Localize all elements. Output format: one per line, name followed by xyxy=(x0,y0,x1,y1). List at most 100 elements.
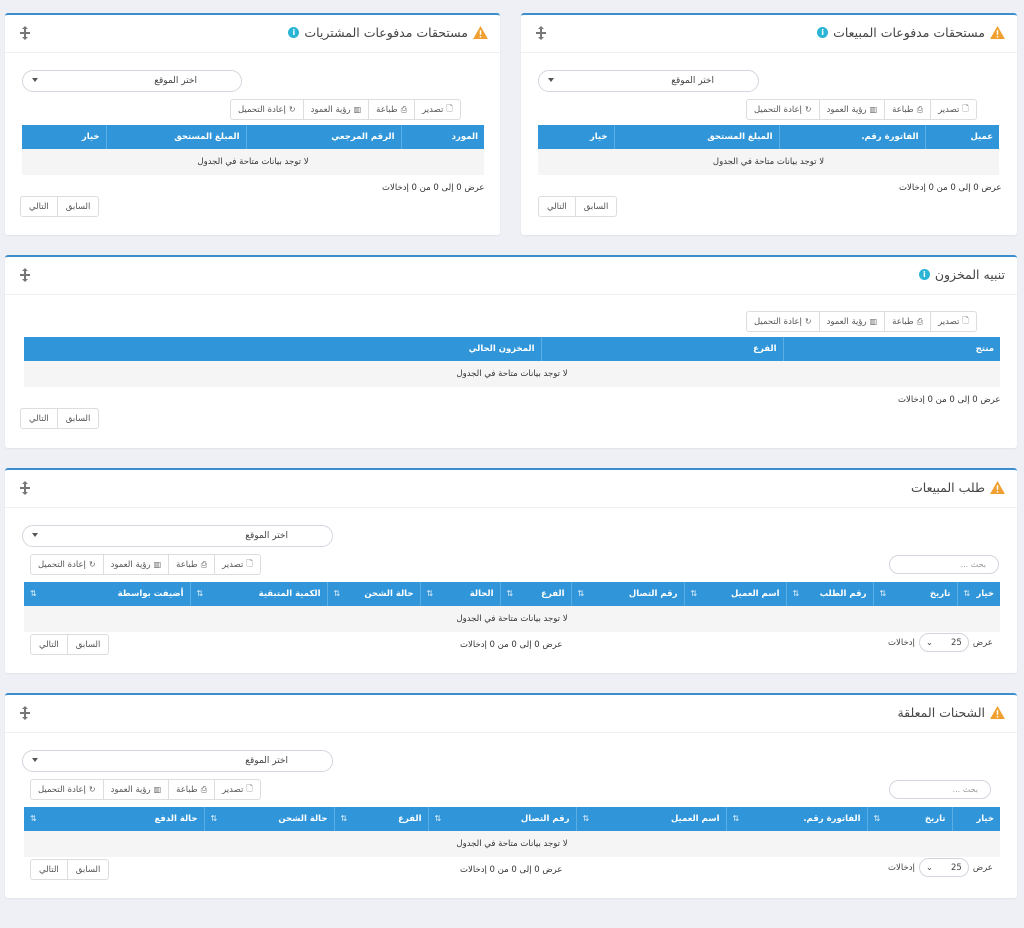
column-header[interactable]: حالة الشحن ⇅ xyxy=(326,582,420,606)
column-header[interactable]: خيار xyxy=(951,807,1000,831)
table-buttons: 🗋 تصدير ⎙ طباعة ▥ رؤية العمود ↻ إعادة التحمي… xyxy=(230,99,461,120)
column-header[interactable]: حالة الدفع ⇅ xyxy=(24,807,204,831)
move-handle-icon[interactable] xyxy=(535,26,547,40)
export-button[interactable]: 🗋 تصدير xyxy=(414,100,460,119)
column-visibility-button[interactable]: ▥ رؤية العمود xyxy=(102,555,169,574)
columns-icon: ▥ xyxy=(869,317,878,326)
column-header[interactable]: المخزون الحالي xyxy=(24,337,541,361)
previous-button[interactable]: السابق xyxy=(66,635,109,654)
sort-icon: ⇅ xyxy=(732,814,740,823)
print-button[interactable]: ⎙ طباعة xyxy=(168,555,214,574)
sort-icon: ⇅ xyxy=(30,589,37,598)
info-icon[interactable]: i xyxy=(918,269,930,280)
next-button[interactable]: التالي xyxy=(539,197,575,216)
export-button[interactable]: 🗋 تصدير xyxy=(214,555,260,574)
search-input[interactable]: بحث ... xyxy=(889,555,999,574)
page-length-select[interactable]: 25 ⌄ xyxy=(918,858,969,877)
sort-icon: ⇅ xyxy=(30,814,37,823)
move-handle-icon[interactable] xyxy=(19,26,31,40)
reload-button[interactable]: ↻ إعادة التحميل xyxy=(747,100,819,119)
reload-button[interactable]: ↻ إعادة التحميل xyxy=(31,780,103,799)
column-header[interactable]: اسم العميل ⇅ xyxy=(575,807,726,831)
info-icon[interactable]: i xyxy=(288,27,300,38)
refresh-icon: ↻ xyxy=(88,560,96,569)
next-button[interactable]: التالي xyxy=(31,860,67,879)
move-handle-icon[interactable] xyxy=(19,706,31,720)
column-header[interactable]: تاريخ ⇅ xyxy=(872,582,957,606)
print-icon: ⎙ xyxy=(916,104,924,114)
location-select[interactable]: اختر الموقع xyxy=(22,750,333,772)
export-button[interactable]: 🗋 تصدير xyxy=(930,312,976,331)
column-header[interactable]: خيار xyxy=(538,125,614,149)
table-buttons: 🗋 تصدير ⎙ طباعة ▥ رؤية العمود ↻ إعادة التحمي… xyxy=(746,311,977,332)
reload-button[interactable]: ↻ إعادة التحميل xyxy=(31,555,103,574)
column-header[interactable]: رقم الطلب ⇅ xyxy=(785,582,873,606)
print-button[interactable]: ⎙ طباعة xyxy=(884,100,930,119)
empty-row: لا توجد بيانات متاحة في الجدول xyxy=(24,361,1000,387)
reload-button[interactable]: ↻ إعادة التحميل xyxy=(747,312,819,331)
previous-button[interactable]: السابق xyxy=(66,860,109,879)
page-length: عرض 25 ⌄ إدخالات xyxy=(888,633,993,652)
print-button[interactable]: ⎙ طباعة xyxy=(168,780,214,799)
sales-dues-panel: مستحقات مدفوعات المبيعات i اختر الموقع 🗋… xyxy=(521,13,1017,235)
column-header[interactable]: حالة الشحن ⇅ xyxy=(203,807,334,831)
column-header[interactable]: الفرع xyxy=(540,337,783,361)
search-input[interactable]: بحث ... xyxy=(889,780,991,799)
panel-header: تنبيه المخزون i xyxy=(5,257,1017,295)
column-header[interactable]: خيار ⇅ xyxy=(956,582,1000,606)
previous-button[interactable]: السابق xyxy=(56,409,99,428)
column-header[interactable]: الفاتورة رقم. xyxy=(778,125,925,149)
next-button[interactable]: التالي xyxy=(21,197,57,216)
previous-button[interactable]: السابق xyxy=(574,197,617,216)
page-length-select[interactable]: 25 ⌄ xyxy=(918,633,969,652)
table-info: عرض 0 إلى 0 من 0 إدخالات xyxy=(898,395,1001,405)
column-header[interactable]: أضيفت بواسطة ⇅ xyxy=(24,582,190,606)
export-button[interactable]: 🗋 تصدير xyxy=(930,100,976,119)
column-header[interactable]: الفرع ⇅ xyxy=(499,582,571,606)
stock-alert-panel: تنبيه المخزون i 🗋 تصدير ⎙ طباعة ▥ رؤية العم… xyxy=(5,255,1017,448)
table-info: عرض 0 إلى 0 من 0 إدخالات xyxy=(899,183,1002,193)
panel-title: مستحقات مدفوعات المشتريات i xyxy=(288,25,488,40)
column-visibility-button[interactable]: ▥ رؤية العمود xyxy=(818,312,885,331)
column-header[interactable]: خيار xyxy=(22,125,106,149)
column-header[interactable]: الكمية المتبقية ⇅ xyxy=(189,582,327,606)
column-header[interactable]: منتج xyxy=(782,337,1000,361)
column-header[interactable]: الرقم المرجعي xyxy=(245,125,401,149)
panel-title: تنبيه المخزون i xyxy=(918,267,1005,282)
column-header[interactable]: اسم العميل ⇅ xyxy=(683,582,786,606)
column-header[interactable]: عميل xyxy=(924,125,999,149)
next-button[interactable]: التالي xyxy=(21,409,57,428)
pending-shipments-panel: الشحنات المعلقة اختر الموقع بحث ... 🗋 تصد… xyxy=(5,693,1017,898)
column-header[interactable]: الفاتورة رقم. ⇅ xyxy=(725,807,867,831)
reload-button[interactable]: ↻ إعادة التحميل xyxy=(231,100,303,119)
sort-icon: ⇅ xyxy=(340,814,348,823)
info-icon[interactable]: i xyxy=(817,27,829,38)
column-header[interactable]: المورد xyxy=(400,125,484,149)
pending-shipments-table: خيار تاريخ ⇅ الفاتورة رقم. ⇅ اسم العميل ⇅ ر… xyxy=(24,807,1000,857)
previous-button[interactable]: السابق xyxy=(56,197,99,216)
column-header[interactable]: تاريخ ⇅ xyxy=(866,807,952,831)
next-button[interactable]: التالي xyxy=(31,635,67,654)
refresh-icon: ↻ xyxy=(288,105,296,114)
column-header[interactable]: المبلغ المستحق xyxy=(105,125,246,149)
print-button[interactable]: ⎙ طباعة xyxy=(884,312,930,331)
column-header[interactable]: رقم التصال ⇅ xyxy=(427,807,576,831)
column-header[interactable]: الحالة ⇅ xyxy=(419,582,500,606)
location-select[interactable]: اختر الموقع xyxy=(22,70,242,92)
sales-order-table: خيار ⇅ تاريخ ⇅ رقم الطلب ⇅ اسم العميل ⇅ رقم … xyxy=(24,582,1000,632)
move-handle-icon[interactable] xyxy=(19,481,31,495)
location-select[interactable]: اختر الموقع xyxy=(538,70,759,92)
column-visibility-button[interactable]: ▥ رؤية العمود xyxy=(818,100,885,119)
column-visibility-button[interactable]: ▥ رؤية العمود xyxy=(302,100,369,119)
columns-icon: ▥ xyxy=(869,105,878,114)
location-select[interactable]: اختر الموقع xyxy=(22,525,333,547)
column-header[interactable]: رقم التصال ⇅ xyxy=(570,582,684,606)
column-header[interactable]: المبلغ المستحق xyxy=(613,125,779,149)
print-button[interactable]: ⎙ طباعة xyxy=(368,100,414,119)
column-visibility-button[interactable]: ▥ رؤية العمود xyxy=(102,780,169,799)
empty-row: لا توجد بيانات متاحة في الجدول xyxy=(538,149,999,175)
column-header[interactable]: الفرع ⇅ xyxy=(333,807,428,831)
export-button[interactable]: 🗋 تصدير xyxy=(214,780,260,799)
move-handle-icon[interactable] xyxy=(19,268,31,282)
pagination: السابق التالي xyxy=(30,859,110,880)
